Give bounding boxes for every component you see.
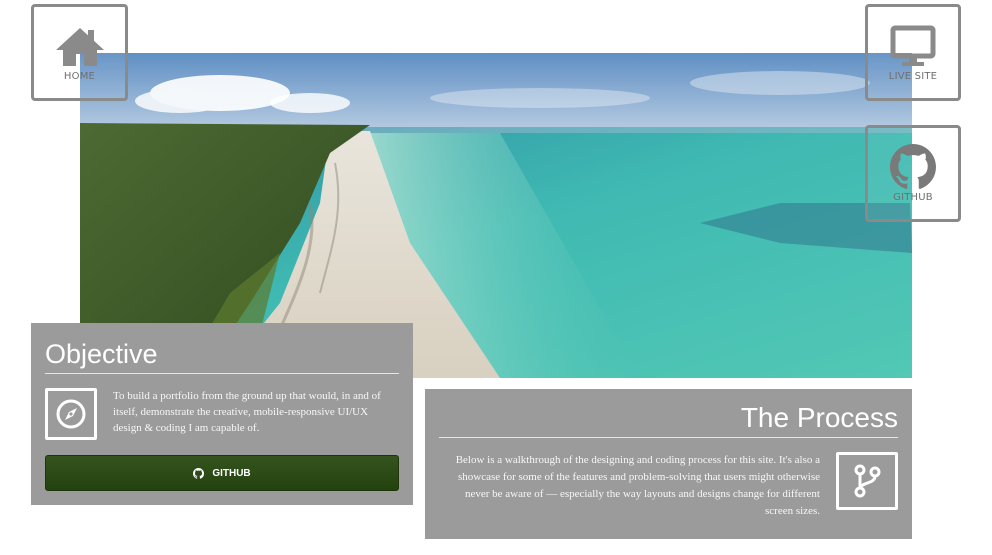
- github-icon: [193, 467, 205, 479]
- objective-text: To build a portfolio from the ground up …: [113, 390, 381, 434]
- git-branch-icon: [836, 452, 898, 510]
- github-button[interactable]: GITHUB: [45, 455, 399, 491]
- github-button-label: GITHUB: [212, 467, 251, 479]
- home-nav-button[interactable]: HOME: [31, 4, 128, 101]
- process-text: Below is a walkthrough of the designing …: [455, 454, 820, 517]
- github-nav-button[interactable]: GITHUB: [865, 125, 961, 222]
- home-nav-label: HOME: [63, 71, 96, 82]
- objective-body: To build a portfolio from the ground up …: [45, 388, 399, 440]
- process-card: The Process Below is a walkthrough of th…: [425, 389, 912, 539]
- process-body: Below is a walkthrough of the designing …: [439, 452, 898, 520]
- compass-icon: [45, 388, 97, 440]
- live-site-nav-button[interactable]: LIVE SITE: [865, 4, 961, 101]
- github-icon: [887, 144, 939, 190]
- objective-title: Objective: [45, 337, 399, 374]
- process-title: The Process: [439, 401, 898, 438]
- github-nav-label: GITHUB: [893, 192, 933, 203]
- live-site-nav-label: LIVE SITE: [888, 71, 938, 82]
- monitor-icon: [887, 23, 939, 69]
- home-icon: [54, 23, 106, 69]
- objective-card: Objective To build a portfolio from the …: [31, 323, 413, 505]
